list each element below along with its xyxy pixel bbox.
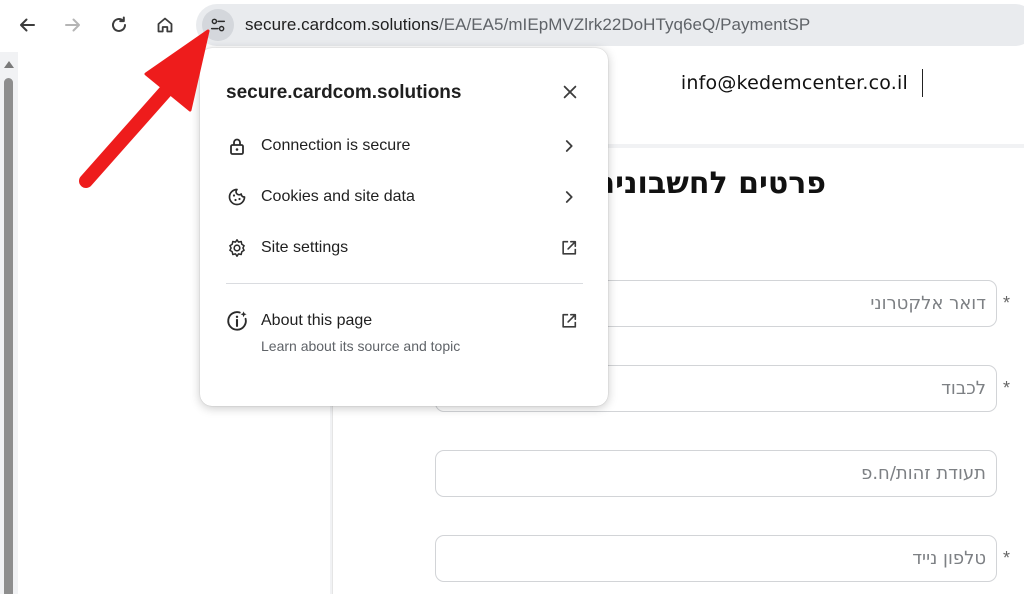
mobile-required-mark: * (1003, 548, 1011, 568)
gear-icon (226, 237, 248, 259)
site-info-button[interactable] (202, 9, 234, 41)
email-field-placeholder: דואר אלקטרוני (870, 293, 986, 314)
menu-item-cookies[interactable]: Cookies and site data (200, 174, 608, 220)
id-number-field-placeholder: תעודת זהות/ח.פ (861, 463, 986, 484)
forward-button[interactable] (56, 8, 90, 42)
url-host: secure.cardcom.solutions (245, 15, 439, 34)
header-divider (922, 69, 923, 97)
url-path: /EA/EA5/mIEpMVZlrk22DoHTyq6eQ/PaymentSP (438, 15, 811, 34)
popup-title: secure.cardcom.solutions (226, 82, 462, 103)
id-number-field[interactable]: תעודת זהות/ח.פ (435, 450, 997, 497)
url-text[interactable]: secure.cardcom.solutions/EA/EA5/mIEpMVZl… (245, 15, 810, 35)
back-button[interactable] (10, 8, 44, 42)
chevron-right-icon (558, 186, 580, 208)
arrow-right-icon (65, 18, 80, 32)
scrollbar[interactable] (0, 52, 18, 594)
menu-item-connection[interactable]: Connection is secure (200, 123, 608, 169)
browser-toolbar: secure.cardcom.solutions/EA/EA5/mIEpMVZl… (0, 0, 1024, 52)
menu-item-label: Cookies and site data (261, 188, 415, 205)
menu-item-label: Site settings (261, 239, 349, 256)
arrow-left-icon (20, 18, 35, 32)
home-icon (157, 17, 173, 33)
cookie-icon (226, 186, 248, 208)
menu-item-label: Connection is secure (261, 137, 411, 154)
menu-item-about-page[interactable]: About this page Learn about its source a… (200, 298, 608, 364)
email-required-mark: * (1003, 293, 1011, 313)
info-sparkle-icon (226, 310, 248, 332)
close-icon (563, 85, 577, 99)
menu-item-site-settings[interactable]: Site settings (200, 225, 608, 271)
mobile-phone-field[interactable]: טלפון נייד (435, 535, 997, 582)
site-info-popup: secure.cardcom.solutions Connection is s… (200, 48, 608, 406)
menu-item-label: About this page (261, 312, 373, 329)
reload-button[interactable] (102, 8, 136, 42)
address-bar[interactable]: secure.cardcom.solutions/EA/EA5/mIEpMVZl… (196, 4, 1024, 46)
header-email: info@kedemcenter.co.il (680, 72, 908, 94)
close-button[interactable] (558, 80, 582, 104)
tune-icon (210, 18, 226, 32)
open-in-new-icon (558, 237, 580, 259)
form-title: פרטים לחשבונית (594, 166, 826, 201)
chevron-right-icon (558, 135, 580, 157)
scrollbar-thumb[interactable] (4, 78, 13, 594)
recipient-required-mark: * (1003, 378, 1011, 398)
reload-icon (112, 16, 126, 32)
open-in-new-icon (558, 310, 580, 332)
mobile-phone-field-placeholder: טלפון נייד (912, 548, 986, 569)
popup-divider (226, 283, 583, 284)
home-button[interactable] (148, 8, 182, 42)
scroll-up-arrow-icon[interactable] (4, 61, 14, 68)
menu-item-sublabel: Learn about its source and topic (261, 338, 461, 354)
lock-icon (226, 135, 248, 157)
recipient-field-placeholder: לכבוד (941, 378, 986, 399)
